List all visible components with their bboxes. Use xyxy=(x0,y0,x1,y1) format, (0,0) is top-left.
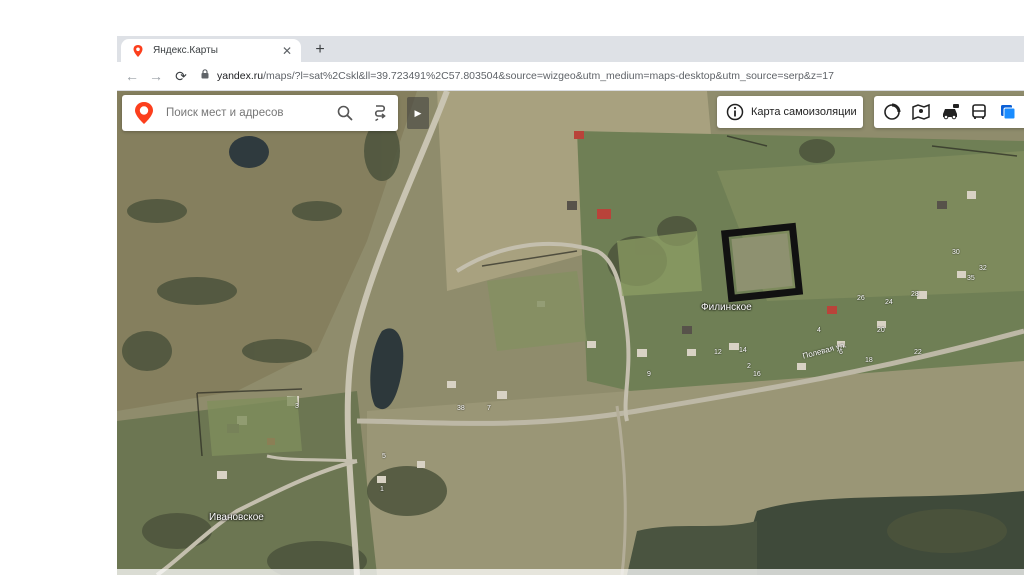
map-search-box xyxy=(122,95,398,131)
house-number: 7 xyxy=(487,405,491,412)
address-bar[interactable]: yandex.ru/maps/?l=sat%2Cskl&ll=39.723491… xyxy=(201,66,834,86)
satellite-imagery xyxy=(117,91,1024,575)
route-icon[interactable] xyxy=(371,104,389,122)
tab-title: Яндекс.Карты xyxy=(153,45,218,56)
house-number: 20 xyxy=(877,327,885,334)
carsharing-icon[interactable] xyxy=(939,101,961,123)
yandex-maps-logo-icon xyxy=(135,102,153,124)
house-number: 14 xyxy=(739,347,747,354)
map-pin-icon xyxy=(133,44,143,57)
info-icon xyxy=(726,103,744,121)
layers-icon[interactable] xyxy=(997,101,1019,123)
url-path: /maps/?l=sat%2Cskl&ll=39.723491%2C57.803… xyxy=(263,70,834,82)
house-number: 6 xyxy=(839,349,843,356)
house-number: 30 xyxy=(952,249,960,256)
house-number: 2 xyxy=(747,363,751,370)
house-number: 18 xyxy=(865,357,873,364)
url-host: yandex.ru xyxy=(217,70,264,82)
map-attribution-bar xyxy=(117,569,1024,575)
new-tab-button[interactable]: + xyxy=(311,41,329,59)
house-number: 9 xyxy=(647,371,651,378)
settlement-label-ivanovskoe: Ивановское xyxy=(209,512,264,523)
transit-icon[interactable] xyxy=(968,101,990,123)
house-number: 22 xyxy=(914,349,922,356)
browser-window: Яндекс.Карты ✕ + ← → ⟳ yandex.ru/maps/?l… xyxy=(117,36,1024,575)
house-number: 35 xyxy=(967,275,975,282)
tab-yandex-maps[interactable]: Яндекс.Карты ✕ xyxy=(121,39,301,62)
house-number: 4 xyxy=(817,327,821,334)
house-number: 12 xyxy=(714,349,722,356)
panorama-icon[interactable] xyxy=(910,101,932,123)
house-number: 26 xyxy=(857,295,865,302)
browser-toolbar: ← → ⟳ yandex.ru/maps/?l=sat%2Cskl&ll=39.… xyxy=(117,62,1024,91)
settlement-label-filinskoe: Филинское xyxy=(701,302,752,313)
map-layers-toolbar xyxy=(874,96,1024,128)
house-number: 28 xyxy=(911,291,919,298)
traffic-icon[interactable] xyxy=(881,101,903,123)
house-number: 24 xyxy=(885,299,893,306)
house-number: 5 xyxy=(382,453,386,460)
forward-button[interactable]: → xyxy=(147,67,165,85)
lock-icon xyxy=(201,66,211,86)
house-number: 1 xyxy=(380,486,384,493)
self-isolation-map-label: Карта самоизоляции xyxy=(751,106,857,118)
house-number: 3 xyxy=(295,403,299,410)
map-viewport[interactable]: ▶ Карта самоизоляции xyxy=(117,91,1024,575)
house-number: 16 xyxy=(753,371,761,378)
search-input[interactable] xyxy=(164,106,328,120)
tab-strip: Яндекс.Карты ✕ + xyxy=(117,36,1024,62)
house-number: 38 xyxy=(457,405,465,412)
house-number: 32 xyxy=(979,265,987,272)
search-icon[interactable] xyxy=(336,104,354,122)
sidebar-collapse-button[interactable]: ▶ xyxy=(407,97,429,129)
reload-button[interactable]: ⟳ xyxy=(172,67,190,85)
tab-close-icon[interactable]: ✕ xyxy=(279,43,295,59)
back-button[interactable]: ← xyxy=(123,67,141,85)
self-isolation-map-button[interactable]: Карта самоизоляции xyxy=(717,96,863,128)
